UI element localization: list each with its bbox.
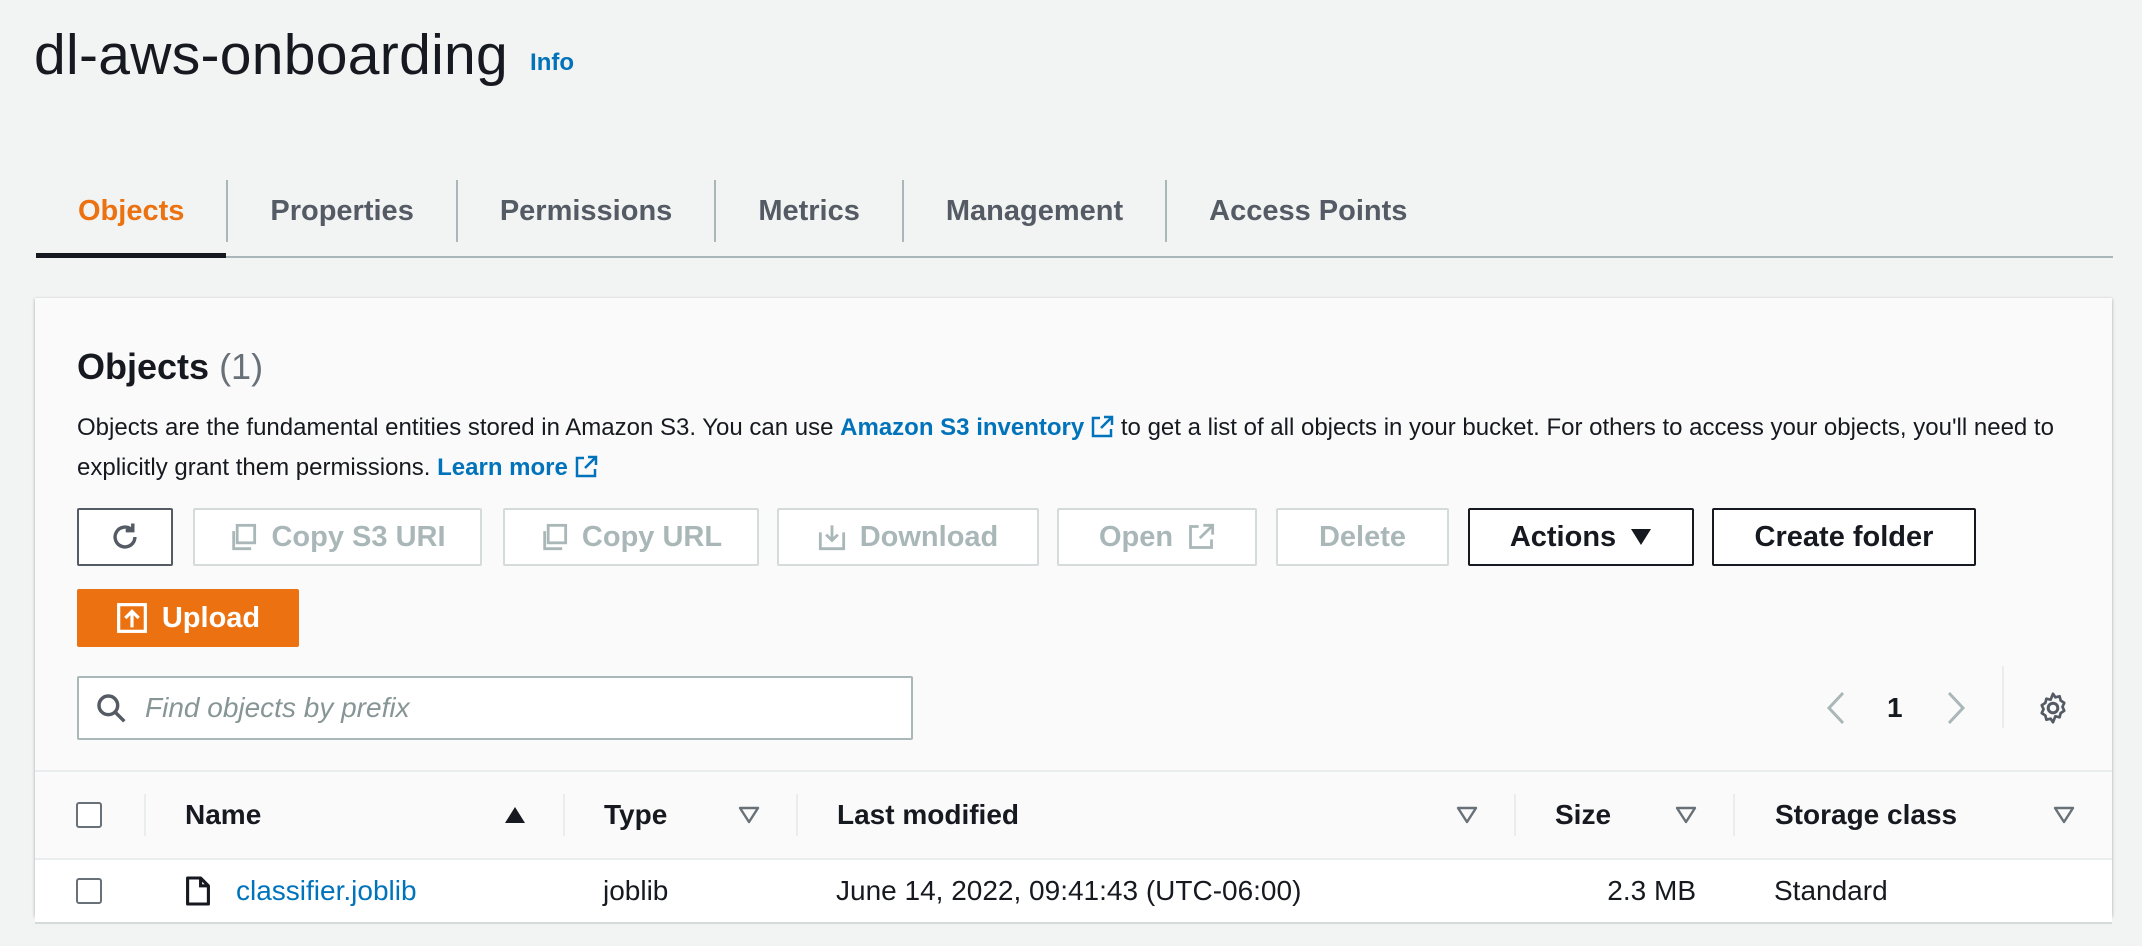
object-storage-class: Standard [1774, 875, 1888, 906]
table-row[interactable]: classifier.joblib joblib June 14, 2022, … [35, 860, 2112, 924]
copy-s3-uri-label: Copy S3 URI [271, 520, 446, 553]
objects-panel: Objects (1) Objects are the fundamental … [35, 298, 2112, 924]
object-size: 2.3 MB [1607, 875, 1696, 906]
download-label: Download [859, 520, 999, 553]
column-header-storage-class[interactable]: Storage class [1775, 772, 1957, 858]
panel-title: Objects (1) [77, 346, 263, 388]
preferences-button[interactable] [2035, 676, 2071, 740]
panel-title-text: Objects [77, 346, 210, 387]
tab-bar: Objects Properties Permissions Metrics M… [36, 166, 2113, 258]
select-all-checkbox[interactable] [76, 802, 102, 828]
caret-down-icon [1631, 529, 1652, 545]
external-link-icon [1189, 523, 1215, 549]
sort-descending-icon [738, 806, 760, 824]
column-divider [796, 794, 798, 836]
objects-table: Name Type Last modified Size Storage cla… [35, 770, 2112, 924]
object-type: joblib [603, 875, 669, 906]
delete-button[interactable]: Delete [1276, 508, 1449, 566]
column-header-last-modified[interactable]: Last modified [837, 772, 1019, 858]
page-title: dl-aws-onboarding [34, 23, 509, 87]
tab-properties[interactable]: Properties [228, 166, 455, 256]
object-count: (1) [219, 346, 264, 387]
copy-icon [232, 523, 257, 551]
tab-management[interactable]: Management [904, 166, 1165, 256]
column-last-modified-label: Last modified [837, 799, 1020, 830]
sort-size-button[interactable] [1675, 772, 1697, 858]
upload-icon [116, 603, 147, 633]
copy-url-button[interactable]: Copy URL [503, 508, 759, 566]
tab-objects[interactable]: Objects [36, 166, 227, 258]
download-icon [818, 525, 845, 551]
refresh-button[interactable] [77, 508, 173, 566]
search-icon [97, 694, 126, 723]
sort-last-modified-button[interactable] [1456, 772, 1478, 858]
gear-icon [2040, 692, 2066, 724]
upload-label: Upload [161, 601, 261, 634]
copy-s3-uri-button[interactable]: Copy S3 URI [193, 508, 482, 566]
sort-descending-icon [2053, 806, 2075, 824]
column-header-size[interactable]: Size [1555, 772, 1611, 858]
column-divider [1514, 794, 1516, 836]
object-last-modified: June 14, 2022, 09:41:43 (UTC-06:00) [836, 875, 1302, 906]
tab-access-points[interactable]: Access Points [1167, 166, 1449, 256]
pager-divider [2002, 666, 2004, 728]
chevron-right-icon [1947, 691, 1966, 725]
search-input[interactable] [145, 692, 885, 724]
sort-descending-icon [1675, 806, 1697, 824]
actions-dropdown[interactable]: Actions [1468, 508, 1694, 566]
search-box [77, 676, 913, 740]
learn-more-link-label: Learn more [437, 454, 568, 481]
current-page: 1 [1887, 692, 1903, 723]
column-divider [144, 794, 146, 836]
tab-metrics[interactable]: Metrics [716, 166, 902, 256]
delete-label: Delete [1318, 520, 1407, 553]
copy-url-label: Copy URL [581, 520, 723, 553]
row-checkbox[interactable] [76, 878, 102, 904]
sort-ascending-icon [505, 807, 525, 823]
info-link[interactable]: Info [530, 49, 574, 77]
tab-permissions[interactable]: Permissions [458, 166, 714, 256]
sort-descending-icon [1456, 806, 1478, 824]
object-name-cell: classifier.joblib [236, 860, 417, 922]
sort-ascending-button[interactable] [504, 772, 526, 858]
sort-storage-class-button[interactable] [2053, 772, 2075, 858]
open-label: Open [1098, 520, 1174, 553]
row-select-cell [76, 860, 102, 922]
prev-page-button[interactable] [1825, 676, 1847, 740]
column-type-label: Type [604, 799, 668, 830]
open-button[interactable]: Open [1057, 508, 1257, 566]
description-text: Objects are the fundamental entities sto… [77, 414, 841, 441]
column-storage-class-label: Storage class [1775, 799, 1958, 830]
chevron-left-icon [1826, 691, 1845, 725]
copy-icon [543, 523, 567, 551]
sort-type-button[interactable] [738, 772, 760, 858]
s3-inventory-link-label: Amazon S3 inventory [840, 414, 1085, 441]
create-folder-button[interactable]: Create folder [1712, 508, 1976, 566]
learn-more-link[interactable]: Learn more [437, 454, 598, 481]
column-header-type[interactable]: Type [604, 772, 667, 858]
file-icon-cell [185, 860, 211, 922]
panel-description: Objects are the fundamental entities sto… [77, 408, 2067, 488]
column-name-label: Name [185, 799, 262, 830]
next-page-button[interactable] [1945, 676, 1967, 740]
column-divider [563, 794, 565, 836]
download-button[interactable]: Download [777, 508, 1039, 566]
column-divider [1733, 794, 1735, 836]
external-link-icon [1091, 415, 1114, 438]
upload-button[interactable]: Upload [77, 589, 299, 647]
table-header: Name Type Last modified Size Storage cla… [35, 770, 2112, 860]
external-link-icon [575, 455, 598, 478]
page-title-row: dl-aws-onboarding Info [34, 22, 574, 88]
page-number[interactable]: 1 [1887, 676, 1903, 740]
actions-label: Actions [1509, 520, 1617, 553]
object-name-link[interactable]: classifier.joblib [236, 875, 417, 907]
column-header-name[interactable]: Name [185, 772, 261, 858]
select-all-cell [76, 772, 102, 858]
column-size-label: Size [1555, 799, 1612, 830]
file-icon [186, 876, 210, 906]
s3-inventory-link[interactable]: Amazon S3 inventory [840, 414, 1114, 441]
refresh-icon [113, 523, 137, 549]
create-folder-label: Create folder [1754, 520, 1934, 553]
